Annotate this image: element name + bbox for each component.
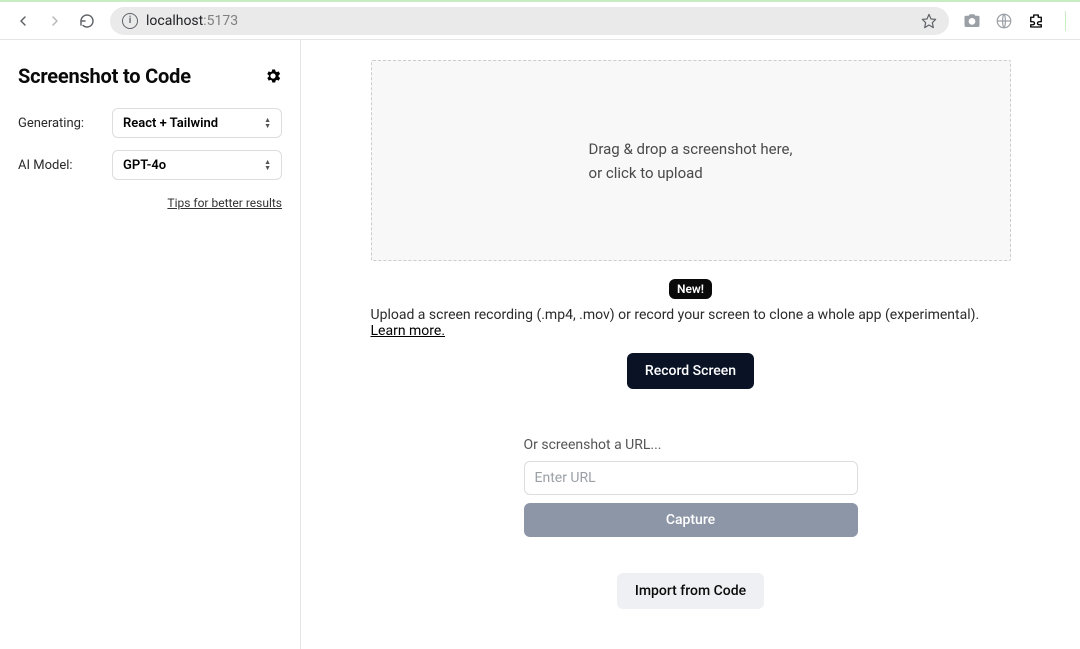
- app-title: Screenshot to Code: [18, 64, 191, 88]
- model-select[interactable]: GPT-4o ▲▼: [112, 150, 282, 180]
- url-section-label: Or screenshot a URL...: [524, 437, 858, 453]
- gear-icon: [264, 67, 282, 85]
- model-value: GPT-4o: [123, 158, 166, 173]
- capture-button[interactable]: Capture: [524, 503, 858, 537]
- learn-more-link[interactable]: Learn more.: [371, 323, 446, 339]
- model-field: AI Model: GPT-4o ▲▼: [18, 150, 282, 180]
- url-input[interactable]: [524, 461, 858, 495]
- new-badge: New!: [669, 279, 712, 299]
- recording-info: New! Upload a screen recording (.mp4, .m…: [371, 279, 1011, 339]
- reload-button[interactable]: [78, 12, 96, 30]
- address-bar[interactable]: i localhost:5173: [110, 7, 949, 35]
- generating-select[interactable]: React + Tailwind ▲▼: [112, 108, 282, 138]
- tips-row: Tips for better results: [18, 192, 282, 211]
- dropzone-line1: Drag & drop a screenshot here,: [589, 137, 793, 161]
- tips-link[interactable]: Tips for better results: [167, 196, 282, 210]
- url-screenshot-section: Or screenshot a URL... Capture: [524, 437, 858, 537]
- url-text: localhost:5173: [146, 13, 238, 29]
- camera-icon[interactable]: [963, 12, 981, 30]
- browser-nav-group: [8, 12, 102, 30]
- globe-icon[interactable]: [995, 12, 1013, 30]
- url-host: localhost: [146, 13, 203, 29]
- settings-button[interactable]: [264, 67, 282, 85]
- import-from-code-button[interactable]: Import from Code: [617, 573, 764, 609]
- recording-text: Upload a screen recording (.mp4, .mov) o…: [371, 307, 1011, 339]
- browser-actions: [957, 11, 1072, 31]
- chrome-separator: [1065, 11, 1066, 31]
- generating-label: Generating:: [18, 116, 84, 131]
- site-info-icon[interactable]: i: [122, 13, 138, 29]
- generating-value: React + Tailwind: [123, 116, 218, 131]
- back-button[interactable]: [14, 12, 32, 30]
- forward-button[interactable]: [46, 12, 64, 30]
- chevron-updown-icon: ▲▼: [264, 118, 271, 129]
- app-root: Screenshot to Code Generating: React + T…: [0, 40, 1080, 649]
- sidebar: Screenshot to Code Generating: React + T…: [0, 40, 301, 649]
- url-port: :5173: [203, 13, 238, 29]
- model-label: AI Model:: [18, 158, 73, 173]
- generating-field: Generating: React + Tailwind ▲▼: [18, 108, 282, 138]
- sidebar-header: Screenshot to Code: [18, 64, 282, 88]
- screenshot-dropzone[interactable]: Drag & drop a screenshot here, or click …: [371, 60, 1011, 261]
- bookmark-star-icon[interactable]: [921, 13, 937, 29]
- main-content: Drag & drop a screenshot here, or click …: [301, 40, 1080, 649]
- browser-toolbar: i localhost:5173: [0, 0, 1080, 40]
- chevron-updown-icon: ▲▼: [264, 160, 271, 171]
- dropzone-text: Drag & drop a screenshot here, or click …: [589, 137, 793, 185]
- dropzone-line2: or click to upload: [589, 161, 793, 185]
- extensions-icon[interactable]: [1027, 12, 1045, 30]
- record-screen-button[interactable]: Record Screen: [627, 353, 754, 389]
